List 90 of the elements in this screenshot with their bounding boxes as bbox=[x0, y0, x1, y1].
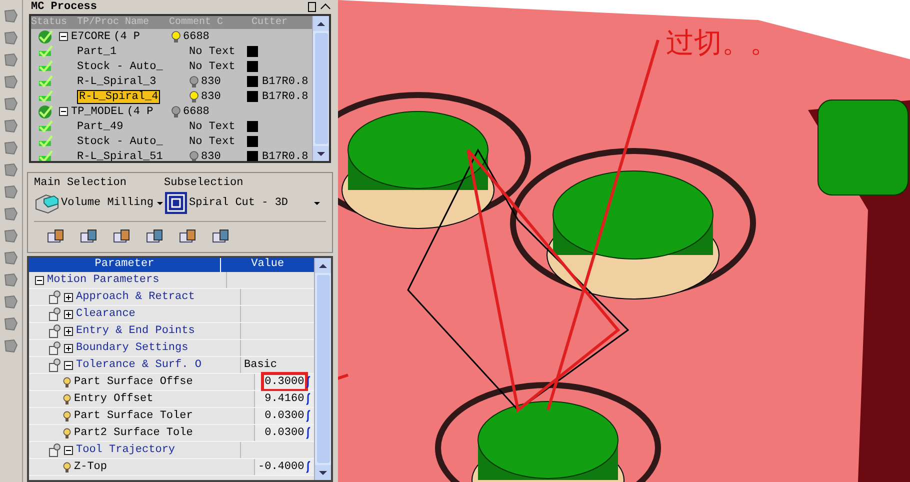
cutter-swatch-icon bbox=[247, 91, 258, 102]
light-bulb-icon bbox=[63, 410, 71, 422]
check-mark-icon bbox=[37, 134, 55, 148]
light-bulb-icon bbox=[63, 394, 71, 404]
check-mark-icon bbox=[37, 44, 55, 58]
process-count: (4 P bbox=[126, 106, 154, 118]
cutter-swatch-icon bbox=[247, 61, 258, 72]
light-bulb-icon bbox=[63, 462, 71, 472]
field-label: Main Selection bbox=[34, 177, 128, 189]
parameter-name: Part2 Surface Tole bbox=[74, 427, 193, 439]
check-mark-icon bbox=[37, 74, 55, 88]
scroll-up-button[interactable] bbox=[315, 258, 331, 273]
check-mark-icon bbox=[37, 120, 55, 134]
parameter-name: Entry Offset bbox=[74, 393, 154, 405]
expand-icon[interactable] bbox=[64, 344, 73, 352]
function-icon[interactable] bbox=[306, 461, 312, 473]
process-name[interactable]: Stock - Auto_ bbox=[77, 136, 163, 148]
comment-text: No Text bbox=[189, 46, 236, 58]
process-name[interactable]: R-L_Spiral_3 bbox=[77, 76, 156, 88]
parameter-group[interactable]: Tool Trajectory bbox=[76, 444, 176, 456]
column-header[interactable]: Parameter bbox=[29, 258, 221, 272]
expand-icon[interactable] bbox=[64, 310, 73, 318]
comment-text: 830 bbox=[201, 90, 221, 102]
scroll-down-button[interactable] bbox=[315, 465, 331, 480]
caret-icon bbox=[314, 202, 320, 204]
light-bulb-icon bbox=[63, 376, 71, 388]
expand-icon[interactable] bbox=[64, 292, 73, 302]
collapse-icon[interactable] bbox=[59, 107, 68, 116]
parameter-group[interactable]: Motion Parameters bbox=[47, 274, 160, 286]
block-icon bbox=[34, 192, 60, 214]
function-icon[interactable] bbox=[306, 410, 312, 422]
cutter-swatch-icon bbox=[247, 136, 258, 147]
parameter-group[interactable]: Boundary Settings bbox=[76, 342, 188, 354]
function-icon[interactable] bbox=[306, 427, 312, 439]
check-mark-icon bbox=[37, 104, 55, 118]
check-mark-icon bbox=[37, 90, 55, 104]
process-name[interactable]: TP_MODEL bbox=[71, 106, 124, 118]
comment-text: 6688 bbox=[183, 106, 210, 118]
cutter-text: B17R0.8 bbox=[262, 76, 308, 88]
comment-text: 830 bbox=[201, 76, 221, 88]
process-name[interactable]: R-L_Spiral_4 bbox=[77, 90, 160, 104]
comment-text: No Text bbox=[189, 60, 236, 72]
parameter-group[interactable]: Tolerance & Surf. O bbox=[76, 359, 202, 371]
check-mark-icon bbox=[37, 150, 55, 161]
process-name[interactable]: Stock - Auto_ bbox=[77, 60, 163, 72]
cutter-text: B17R0.8 bbox=[262, 90, 308, 102]
field-label: Subselection bbox=[164, 177, 244, 189]
process-name[interactable]: E7CORE bbox=[71, 30, 111, 42]
scrollbar[interactable] bbox=[312, 16, 329, 161]
panel-title: MC Process bbox=[31, 0, 98, 12]
cutter-swatch-icon bbox=[247, 46, 258, 57]
column-header[interactable]: Value bbox=[221, 258, 314, 272]
function-icon[interactable] bbox=[306, 376, 312, 388]
scroll-up-button[interactable] bbox=[313, 16, 329, 31]
parameter-name: Z-Top bbox=[74, 461, 108, 473]
collapse-icon[interactable] bbox=[64, 446, 73, 454]
check-mark-icon bbox=[37, 30, 55, 44]
scroll-thumb[interactable] bbox=[314, 33, 328, 144]
parameter-name: Part Surface Offse bbox=[74, 376, 193, 388]
process-name[interactable]: R-L_Spiral_51 bbox=[77, 150, 163, 161]
process-count: (4 P bbox=[114, 30, 140, 42]
scroll-thumb[interactable] bbox=[316, 275, 330, 463]
operation-dropdown[interactable]: Volume Milling bbox=[34, 191, 164, 215]
spiral-square-icon bbox=[164, 191, 188, 215]
parameter-group[interactable]: Clearance bbox=[76, 308, 136, 320]
collapse-icon[interactable] bbox=[59, 32, 68, 41]
function-icon[interactable] bbox=[306, 393, 312, 405]
comment-text: No Text bbox=[189, 136, 236, 148]
parameter-name: Part Surface Toler bbox=[74, 410, 193, 422]
collapse-icon[interactable] bbox=[35, 276, 44, 284]
parameter-value[interactable]: Basic bbox=[244, 359, 278, 371]
cutter-swatch-icon bbox=[247, 76, 258, 87]
scrollbar[interactable] bbox=[314, 258, 331, 480]
comment-text: No Text bbox=[189, 120, 236, 132]
parameter-group[interactable]: Approach & Retract bbox=[76, 291, 195, 303]
expand-icon[interactable] bbox=[64, 326, 73, 336]
cutter-swatch-icon bbox=[247, 151, 258, 161]
light-bulb-icon bbox=[63, 428, 71, 438]
process-name[interactable]: Part_49 bbox=[77, 120, 124, 132]
cutter-text: B17R0.8 bbox=[262, 150, 308, 161]
subselection-dropdown[interactable]: Spiral Cut - 3D bbox=[164, 191, 326, 215]
check-mark-icon bbox=[37, 60, 55, 74]
comment-text: 6688 bbox=[183, 30, 210, 42]
annotation-text: 过切。。 bbox=[666, 25, 778, 61]
collapse-icon[interactable] bbox=[64, 360, 73, 370]
comment-text: 830 bbox=[201, 150, 221, 161]
process-name[interactable]: Part_1 bbox=[77, 46, 117, 58]
cutter-swatch-icon bbox=[247, 121, 258, 132]
parameter-group[interactable]: Entry & End Points bbox=[76, 325, 195, 337]
scroll-down-button[interactable] bbox=[313, 146, 329, 161]
